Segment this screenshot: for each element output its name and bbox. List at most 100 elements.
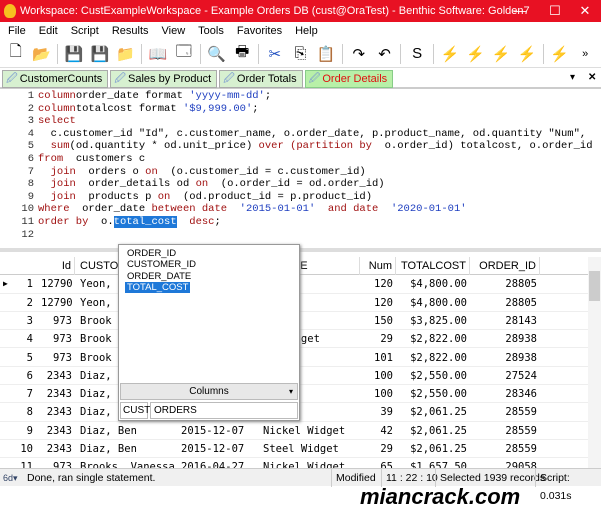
execute-brackets-icon[interactable]: ⚡ xyxy=(517,44,537,64)
editor-line: 7 join orders o on (o.customer_id = c.cu… xyxy=(0,166,601,179)
grid-cell: 28559 xyxy=(505,406,537,419)
copy-icon[interactable]: ⎘ xyxy=(291,44,311,64)
execute-icon[interactable]: ⚡ xyxy=(440,44,460,64)
line-code: c.customer_id "Id", c.customer_name, o.o… xyxy=(38,128,587,141)
code-token: (od.product_id = p.product_id) xyxy=(170,190,372,203)
grid-cell: $4,800.00 xyxy=(410,296,467,309)
line-number: 8 xyxy=(27,178,34,191)
grid-cell: 28559 xyxy=(505,443,537,455)
execute-1b-icon[interactable]: ⚡ xyxy=(491,44,511,64)
close-tab-button[interactable]: ✕ xyxy=(588,72,596,83)
code-token: o. xyxy=(88,215,114,228)
table-row[interactable]: 10 2343 Diaz, Ben 2015-12-07 Steel Widget 29 $… xyxy=(0,440,588,459)
grid-cell: Steel Widget xyxy=(263,443,339,455)
menu-results[interactable]: Results xyxy=(112,25,149,37)
paste-icon[interactable]: 📋 xyxy=(316,44,336,64)
editor-line: 12 xyxy=(0,229,601,242)
revert-icon[interactable]: 📁 xyxy=(116,44,136,64)
toolbar-separator xyxy=(342,43,343,64)
grid-cell: 973 xyxy=(53,351,72,364)
code-token: products p xyxy=(75,190,158,203)
grid-cell: 42 xyxy=(380,424,393,437)
grid-cell: Diaz, Ben xyxy=(80,443,137,455)
cut-icon[interactable]: ✂ xyxy=(265,44,285,64)
grid-vertical-scrollbar[interactable] xyxy=(588,257,601,470)
autocomplete-item[interactable]: TOTAL_COST xyxy=(125,281,191,293)
column-header[interactable]: TOTALCOST xyxy=(398,257,470,276)
table-field[interactable]: ORDERS xyxy=(150,402,298,419)
new-file-icon[interactable]: 🗋 xyxy=(6,43,26,64)
editor-line: 11 order by o.total_cost desc; xyxy=(0,215,601,229)
line-number: 9 xyxy=(27,190,34,203)
column-header[interactable]: Id xyxy=(38,257,75,276)
tab-list-dropdown[interactable]: ▾ xyxy=(570,72,575,83)
print-icon[interactable]: 🖶 xyxy=(232,43,252,64)
status-options-icon[interactable]: 6d▾ xyxy=(3,469,18,487)
menu-favorites[interactable]: Favorites xyxy=(237,25,282,37)
open-folder-icon[interactable]: 📂 xyxy=(32,44,52,64)
menu-file[interactable]: File xyxy=(8,25,26,37)
grid-cell: 39 xyxy=(380,406,393,419)
book-add-icon[interactable]: 📖 xyxy=(148,44,168,64)
menu-edit[interactable]: Edit xyxy=(39,25,58,37)
code-token: (od.quantity * od.unit_price) xyxy=(69,140,259,153)
table-row[interactable]: 9 2343 Diaz, Ben 2015-12-07 Nickel Widget 42 $… xyxy=(0,422,588,440)
column-header[interactable]: Num xyxy=(360,257,396,276)
toolbar-separator xyxy=(141,43,143,64)
grid-cell: 100 xyxy=(374,388,393,401)
code-token: ; xyxy=(252,102,259,115)
tab-customercounts[interactable]: 🖉 CustomerCounts xyxy=(2,70,109,88)
tab-label: Order Totals xyxy=(236,73,297,85)
autocomplete-item[interactable]: ORDER_ID xyxy=(125,248,178,259)
schema-field[interactable]: CUST xyxy=(120,402,150,419)
save-as-icon[interactable]: 💾 xyxy=(90,44,110,64)
line-number: 1 xyxy=(27,90,34,102)
redo-icon[interactable]: ↷ xyxy=(349,44,369,64)
code-token: (o.order_id = od.order_id) xyxy=(208,178,385,191)
columns-dropdown[interactable]: Columns ▾ xyxy=(120,383,298,400)
code-token: (partition by xyxy=(283,140,372,153)
column-header[interactable]: ORDER_ID xyxy=(474,257,540,276)
grid-cell: 3 xyxy=(26,314,33,327)
grid-cell: $4,800.00 xyxy=(410,278,467,291)
line-number: 2 xyxy=(27,102,34,115)
grid-cell: 29 xyxy=(380,443,393,455)
line-code: columntotalcost format '$9,999.00'; xyxy=(38,103,259,116)
tab-sales-by-product[interactable]: 🖉 Sales by Product xyxy=(110,70,218,88)
grid-cell: $2,061.25 xyxy=(410,443,467,455)
title-bar: Workspace: CustExampleWorkspace - Exampl… xyxy=(0,0,601,22)
toolbar-overflow-button[interactable]: » xyxy=(575,44,595,64)
minimize-button[interactable]: — xyxy=(500,0,540,22)
toolbar: 🗋 📂 💾 💾 📁 📖 🗔 🔍 🖶 ✂ ⎘ 📋 ↷ ↶ S ⚡ ⚡ ⚡ ⚡ ⚡» xyxy=(0,40,601,68)
autocomplete-item[interactable]: CUSTOMER_ID xyxy=(125,259,198,270)
tab-bar: 🖉 CustomerCounts 🖉 Sales by Product 🖉 Order T… xyxy=(0,70,601,89)
tab-order-totals[interactable]: 🖉 Order Totals xyxy=(219,70,303,88)
script-tab-icon: 🖉 xyxy=(223,72,235,85)
print-preview-icon[interactable]: 🔍 xyxy=(207,44,227,64)
sql-editor[interactable]: 1 columnorder_date format 'yyyy-mm-dd'; 2 c… xyxy=(0,90,601,252)
code-token: customers c xyxy=(63,152,146,165)
grid-cell: 28559 xyxy=(505,424,537,437)
execute-e-icon[interactable]: ⚡ xyxy=(550,44,570,64)
execute-1-icon[interactable]: ⚡ xyxy=(466,44,486,64)
window-icon[interactable]: 🗔 xyxy=(174,43,194,64)
autocomplete-item[interactable]: ORDER_DATE xyxy=(125,271,193,282)
grid-cell: 2015-12-07 xyxy=(181,424,245,437)
menu-view[interactable]: View xyxy=(162,25,186,37)
app-logo-icon xyxy=(4,4,16,18)
sql-icon[interactable]: S xyxy=(407,44,427,64)
save-icon[interactable]: 💾 xyxy=(64,44,84,64)
line-code: join orders o on (o.customer_id = c.cust… xyxy=(38,166,366,179)
undo-icon[interactable]: ↶ xyxy=(375,44,395,64)
code-token: ; xyxy=(214,215,221,228)
menu-script[interactable]: Script xyxy=(71,25,99,37)
close-button[interactable]: ✕ xyxy=(565,0,601,22)
tab-order-details[interactable]: 🖉 Order Details xyxy=(304,70,394,88)
menu-help[interactable]: Help xyxy=(295,25,318,37)
menu-tools[interactable]: Tools xyxy=(198,25,224,37)
grid-cell: 29 xyxy=(380,333,393,346)
